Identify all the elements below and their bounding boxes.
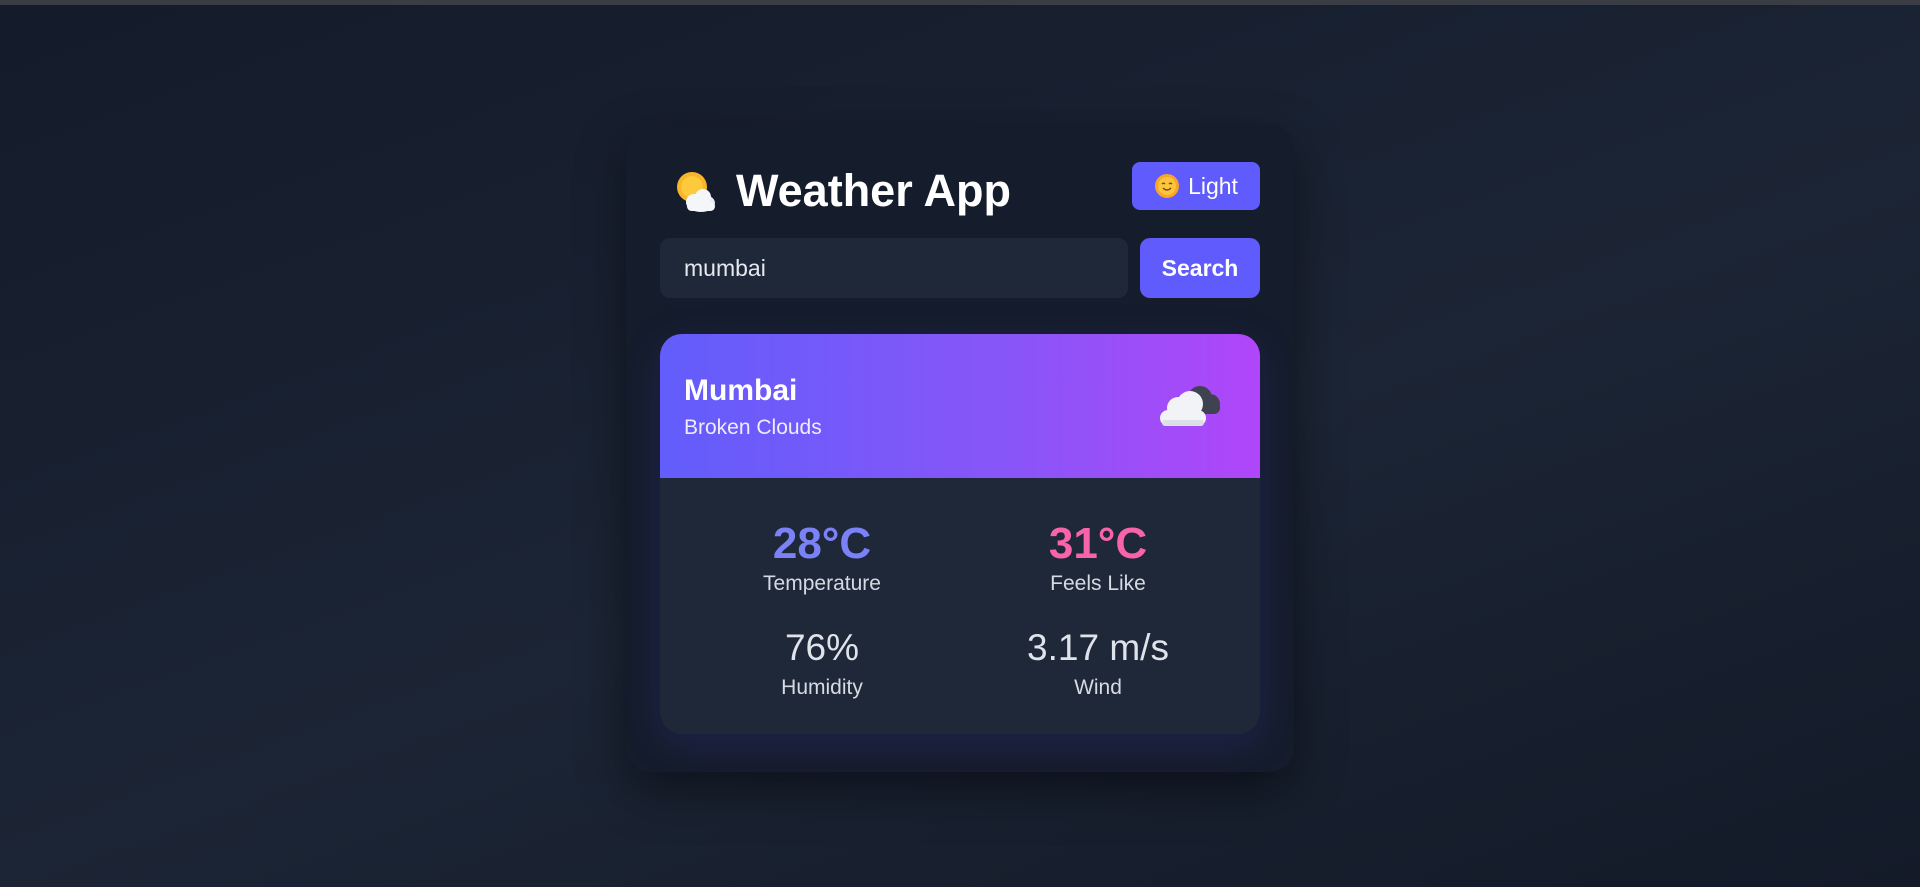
- weather-stats: 28°C Temperature 31°C Feels Like 76% Hum…: [660, 478, 1260, 734]
- city-search-input[interactable]: [660, 238, 1128, 298]
- city-name: Mumbai: [684, 374, 798, 407]
- browser-top-bar: [0, 0, 1920, 5]
- app-title: Weather App: [736, 165, 1012, 216]
- humidity-value: 76%: [784, 627, 860, 668]
- temperature-label: Temperature: [763, 572, 881, 595]
- weather-app-card: Weather App Light Search Mumbai Broken C…: [626, 124, 1294, 772]
- theme-toggle-label: Light: [1188, 172, 1238, 199]
- feels-like-value: 31°C: [1048, 519, 1148, 568]
- feels-like-label: Feels Like: [1050, 572, 1146, 595]
- search-button[interactable]: Search: [1140, 238, 1260, 298]
- temperature-stat: 28°C Temperature: [702, 518, 942, 596]
- temperature-value: 28°C: [772, 519, 872, 568]
- cloud-icon: [1160, 386, 1220, 426]
- sun-behind-cloud-icon: [677, 172, 715, 212]
- wind-stat: 3.17 m/s Wind: [978, 622, 1218, 700]
- wind-value: 3.17 m/s: [1027, 627, 1169, 668]
- weather-banner: Mumbai Broken Clouds: [660, 334, 1260, 478]
- humidity-label: Humidity: [781, 676, 863, 699]
- app-header: Weather App Light: [662, 162, 1262, 218]
- search-row: Search: [660, 238, 1262, 298]
- feels-like-stat: 31°C Feels Like: [978, 518, 1218, 596]
- theme-toggle-button[interactable]: Light: [1132, 162, 1260, 210]
- weather-condition: Broken Clouds: [684, 416, 822, 439]
- weather-result-card: Mumbai Broken Clouds 28°C Temperature 31…: [660, 334, 1260, 734]
- sun-with-face-icon: [1155, 174, 1180, 198]
- humidity-stat: 76% Humidity: [702, 622, 942, 700]
- wind-label: Wind: [1074, 676, 1122, 699]
